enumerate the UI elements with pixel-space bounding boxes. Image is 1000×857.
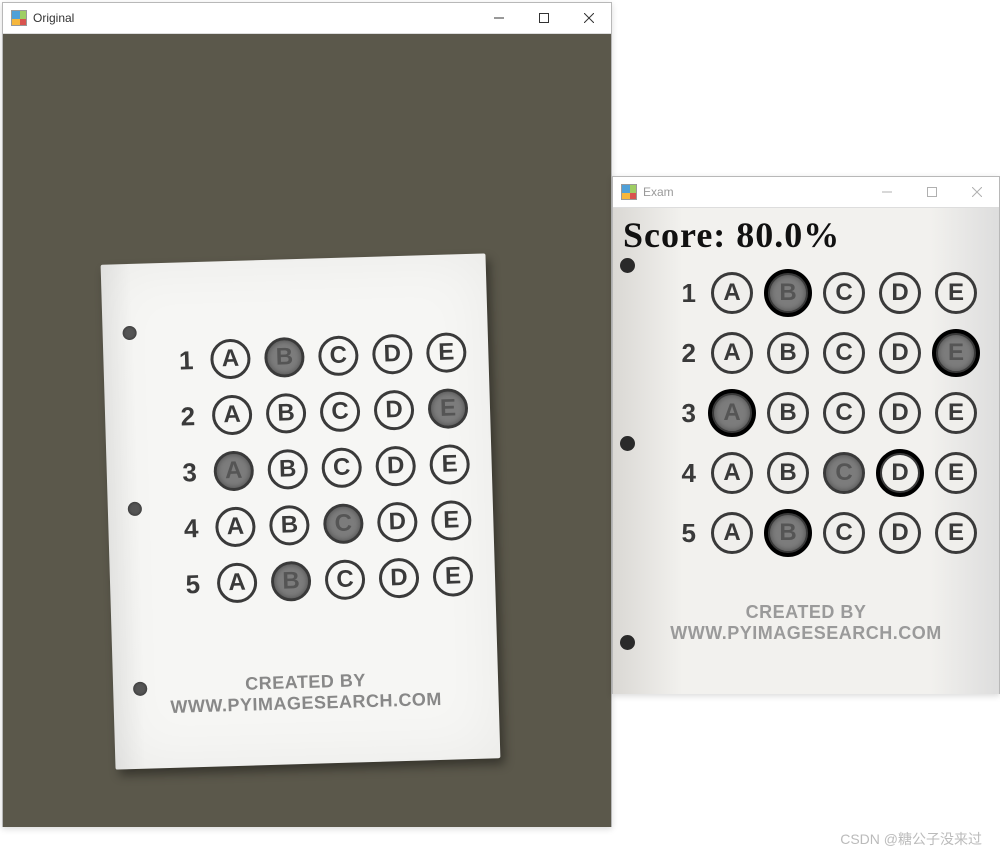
bubble-d: D <box>879 392 921 434</box>
bubble-e: E <box>935 452 977 494</box>
bubble-d: D <box>375 446 416 487</box>
bubble-c: C <box>823 512 865 554</box>
close-button[interactable] <box>566 3 611 33</box>
punch-hole-icon <box>620 436 635 451</box>
bubble-e: E <box>935 332 977 374</box>
bubble-e: E <box>935 512 977 554</box>
window-title: Original <box>33 11 74 25</box>
question-row: 3ABCDE <box>166 436 478 501</box>
question-row: 4ABCDE <box>668 443 984 503</box>
bubble-d: D <box>879 272 921 314</box>
bubble-a: A <box>217 562 258 603</box>
bubble-a: A <box>711 272 753 314</box>
credit-text: CREATED BY WWW.PYIMAGESEARCH.COM <box>113 666 499 719</box>
question-row: 5ABCDE <box>169 548 481 613</box>
bubble-b: B <box>767 512 809 554</box>
bubble-a: A <box>711 392 753 434</box>
bubble-a: A <box>711 332 753 374</box>
bubble-d: D <box>879 332 921 374</box>
bubble-d: D <box>879 452 921 494</box>
titlebar[interactable]: Exam <box>613 177 999 208</box>
question-number: 4 <box>668 458 696 489</box>
titlebar[interactable]: Original <box>3 3 611 34</box>
bubble-b: B <box>767 452 809 494</box>
question-number: 2 <box>668 338 696 369</box>
bubble-e: E <box>429 444 470 485</box>
bubble-c: C <box>324 559 365 600</box>
credit-text: CREATED BY WWW.PYIMAGESEARCH.COM <box>613 602 999 644</box>
maximize-button[interactable] <box>909 177 954 207</box>
bubble-a: A <box>213 450 254 491</box>
bubble-e: E <box>432 556 473 597</box>
maximize-button[interactable] <box>521 3 566 33</box>
question-row: 1ABCDE <box>163 324 475 389</box>
bubble-b: B <box>270 561 311 602</box>
bubble-e: E <box>935 272 977 314</box>
punch-hole-icon <box>620 258 635 273</box>
minimize-button[interactable] <box>864 177 909 207</box>
bubble-a: A <box>215 506 256 547</box>
punch-hole-icon <box>128 502 142 516</box>
bubble-e: E <box>935 392 977 434</box>
bubble-b: B <box>267 449 308 490</box>
bubble-a: A <box>212 394 253 435</box>
question-row: 1ABCDE <box>668 263 984 323</box>
answer-sheet-paper: 1ABCDE2ABCDE3ABCDE4ABCDE5ABCDE CREATED B… <box>101 253 501 769</box>
question-number: 1 <box>163 345 194 377</box>
bubble-d: D <box>378 558 419 599</box>
question-row: 3ABCDE <box>668 383 984 443</box>
app-icon <box>11 10 27 26</box>
score-text: Score: 80.0% <box>623 214 840 256</box>
bubble-e: E <box>427 388 468 429</box>
bubble-b: B <box>767 332 809 374</box>
bubble-d: D <box>373 390 414 431</box>
window-original: Original 1ABCDE2ABCDE3ABCDE4ABCDE5ABCDE … <box>2 2 612 827</box>
bubble-c: C <box>321 447 362 488</box>
bubble-a: A <box>210 338 251 379</box>
bubble-b: B <box>269 505 310 546</box>
bubble-d: D <box>377 502 418 543</box>
bubble-grid: 1ABCDE2ABCDE3ABCDE4ABCDE5ABCDE <box>668 263 984 563</box>
question-row: 2ABCDE <box>164 380 476 445</box>
window-exam: Exam Score: 80.0% 1ABCDE2ABCDE3ABCDE4ABC… <box>612 176 1000 694</box>
question-number: 3 <box>668 398 696 429</box>
question-row: 2ABCDE <box>668 323 984 383</box>
question-number: 5 <box>170 569 201 601</box>
bubble-c: C <box>823 332 865 374</box>
bubble-b: B <box>767 272 809 314</box>
bubble-a: A <box>711 512 753 554</box>
question-number: 3 <box>166 457 197 489</box>
bubble-c: C <box>823 452 865 494</box>
watermark: CSDN @糖公子没来过 <box>840 829 982 849</box>
question-number: 2 <box>165 401 196 433</box>
bubble-c: C <box>823 272 865 314</box>
bubble-c: C <box>318 335 359 376</box>
bubble-c: C <box>319 391 360 432</box>
punch-hole-icon <box>122 326 136 340</box>
bubble-e: E <box>426 332 467 373</box>
window-content: Score: 80.0% 1ABCDE2ABCDE3ABCDE4ABCDE5AB… <box>613 208 999 694</box>
minimize-button[interactable] <box>476 3 521 33</box>
question-number: 4 <box>168 513 199 545</box>
close-button[interactable] <box>954 177 999 207</box>
window-title: Exam <box>643 185 674 199</box>
bubble-d: D <box>879 512 921 554</box>
question-row: 4ABCDE <box>168 492 480 557</box>
bubble-b: B <box>265 393 306 434</box>
bubble-b: B <box>767 392 809 434</box>
question-row: 5ABCDE <box>668 503 984 563</box>
bubble-c: C <box>323 503 364 544</box>
bubble-c: C <box>823 392 865 434</box>
bubble-a: A <box>711 452 753 494</box>
bubble-b: B <box>264 337 305 378</box>
app-icon <box>621 184 637 200</box>
bubble-grid: 1ABCDE2ABCDE3ABCDE4ABCDE5ABCDE <box>163 324 481 613</box>
question-number: 5 <box>668 518 696 549</box>
bubble-d: D <box>372 334 413 375</box>
question-number: 1 <box>668 278 696 309</box>
bubble-e: E <box>431 500 472 541</box>
window-content: 1ABCDE2ABCDE3ABCDE4ABCDE5ABCDE CREATED B… <box>3 34 611 827</box>
